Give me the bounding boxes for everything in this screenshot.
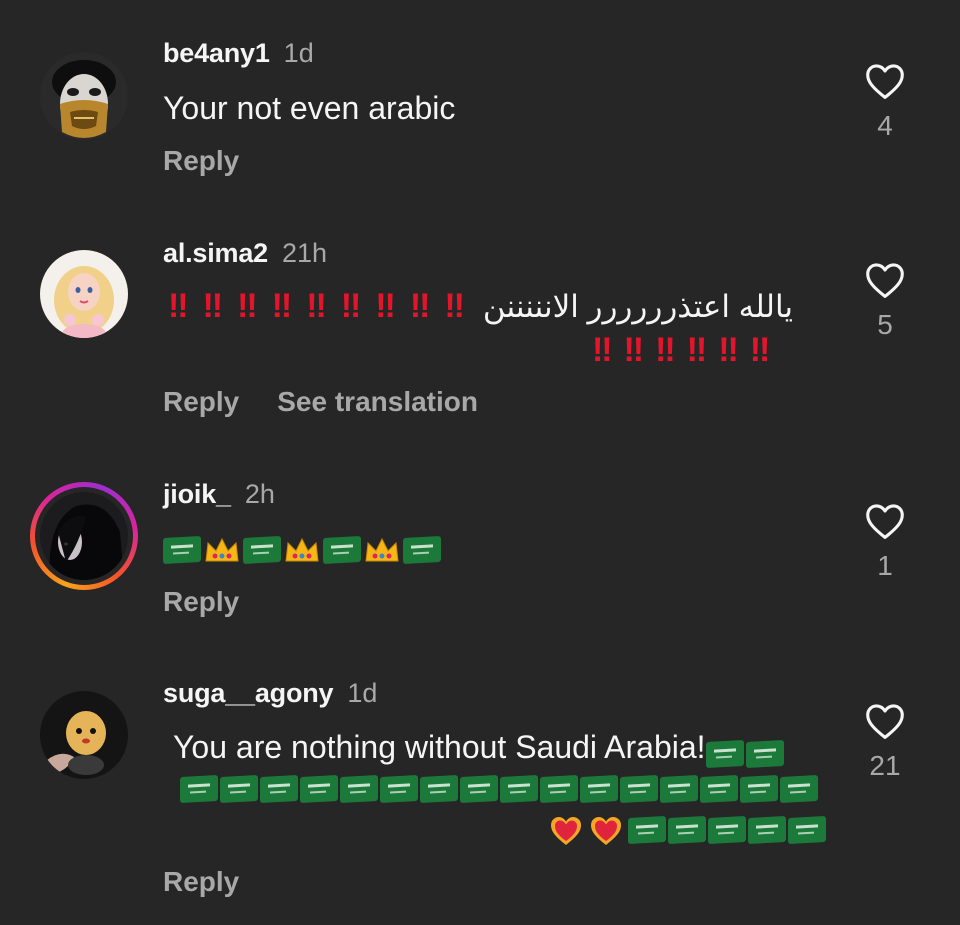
reply-button[interactable]: Reply [163, 866, 239, 897]
heart-outline-icon [866, 704, 904, 739]
comment-emoji-row [180, 771, 820, 807]
double-exclamation-icon: ‼ [686, 331, 707, 369]
saudi-flag-icon [323, 535, 361, 564]
username[interactable]: jioik_ [163, 479, 231, 509]
comment-item: suga__agony 1d You are nothing without Sa… [0, 650, 960, 925]
comment-text: You are nothing without Saudi Arabia! [173, 727, 786, 768]
saudi-flag-icon [340, 774, 378, 803]
arabic-text: يالله اعتذرررررر الانننننن [482, 289, 794, 324]
like-count: 5 [877, 309, 893, 340]
double-exclamation-icon: ‼ [749, 331, 770, 369]
crown-icon [283, 535, 321, 565]
like-button[interactable]: 4 [856, 62, 914, 142]
reply-button[interactable]: Reply [163, 386, 239, 417]
avatar-story-ring[interactable] [30, 482, 138, 590]
saudi-flag-icon [420, 774, 458, 803]
username[interactable]: al.sima2 [163, 238, 268, 268]
saudi-flag-icon [163, 535, 201, 564]
saudi-flag-icon [300, 774, 338, 803]
heart-on-fire-icon [548, 813, 584, 847]
saudi-flag-icon [700, 774, 738, 803]
username[interactable]: be4any1 [163, 38, 270, 68]
saudi-flag-icon [500, 774, 538, 803]
saudi-flag-icon [620, 774, 658, 803]
masked-man-avatar-icon [40, 52, 128, 140]
heart-outline-icon [866, 504, 904, 539]
saudi-flag-icon [540, 774, 578, 803]
comment-text-body: You are nothing without Saudi Arabia! [173, 729, 706, 765]
crown-icon [203, 535, 241, 565]
timestamp: 1d [283, 38, 314, 68]
crown-icon [363, 535, 401, 565]
saudi-flag-icon [243, 535, 281, 564]
comment-item: jioik_ 2h Reply 1 [0, 450, 960, 650]
double-exclamation-icon: ‼ [444, 287, 467, 325]
doll-avatar-icon [40, 250, 128, 338]
comment-emoji-row [548, 812, 828, 848]
double-exclamation-icon: ‼ [592, 331, 612, 369]
saudi-flag-icon [260, 774, 298, 803]
double-exclamation-icon: ‼ [375, 287, 398, 325]
saudi-flag-icon [628, 815, 666, 844]
heart-outline-icon [866, 263, 904, 298]
comment-item: be4any1 1d Your not even arabic Reply 4 [0, 0, 960, 210]
plush-toy-avatar-icon [40, 691, 128, 779]
saudi-flag-icon [780, 774, 818, 803]
see-translation-button[interactable]: See translation [277, 386, 478, 417]
double-exclamation-icon: ‼ [409, 287, 433, 325]
like-button[interactable]: 21 [856, 702, 914, 782]
double-exclamation-icon: ‼ [271, 287, 295, 325]
double-exclamation-icon: ‼ [237, 287, 260, 325]
double-exclamation-icon: ‼ [306, 287, 329, 325]
double-exclamation-icon: ‼ [718, 331, 738, 369]
comment-text: ‼ ‼ ‼ ‼ ‼ ‼ ‼ ‼ ‼ يالله اعتذرررررر الانننننن [168, 286, 793, 326]
avatar[interactable] [40, 52, 128, 140]
timestamp: 21h [281, 238, 328, 268]
like-button[interactable]: 1 [856, 502, 914, 582]
saudi-flag-icon [460, 774, 498, 803]
like-count: 1 [877, 550, 893, 581]
saudi-flag-icon [740, 774, 778, 803]
saudi-flag-icon [403, 535, 441, 564]
heart-outline-icon [866, 64, 904, 99]
double-exclamation-icon: ‼ [168, 287, 191, 325]
username[interactable]: suga__agony [163, 678, 334, 708]
heart-on-fire-icon [588, 813, 624, 847]
saudi-flag-icon [705, 739, 744, 768]
saudi-flag-icon [220, 774, 258, 803]
dark-hair-avatar-icon [40, 492, 128, 580]
comment-item: al.sima2 21h ‼ ‼ ‼ ‼ ‼ ‼ ‼ ‼ ‼ يالله اعتذرررررر ال… [0, 210, 960, 450]
saudi-flag-icon [580, 774, 618, 803]
timestamp: 2h [244, 479, 275, 509]
reply-button[interactable]: Reply [163, 586, 239, 617]
double-exclamation-icon: ‼ [202, 287, 226, 325]
like-count: 4 [877, 110, 893, 141]
saudi-flag-icon [788, 815, 826, 844]
saudi-flag-icon [180, 774, 218, 803]
reply-button[interactable]: Reply [163, 145, 239, 176]
double-exclamation-icon: ‼ [623, 331, 644, 369]
saudi-flag-icon [708, 815, 746, 844]
like-count: 21 [869, 750, 901, 781]
saudi-flag-icon [660, 774, 698, 803]
comment-emoji-text [163, 532, 443, 568]
saudi-flag-icon [668, 815, 706, 844]
comment-text-continued: ‼ ‼ ‼ ‼ ‼ ‼ [592, 330, 781, 370]
double-exclamation-icon: ‼ [340, 287, 364, 325]
like-button[interactable]: 5 [856, 261, 914, 341]
avatar[interactable] [40, 691, 128, 779]
timestamp: 1d [347, 678, 378, 708]
saudi-flag-icon [380, 774, 418, 803]
saudi-flag-icon [748, 815, 786, 844]
avatar [40, 492, 128, 580]
avatar[interactable] [40, 250, 128, 338]
saudi-flag-icon [745, 739, 784, 768]
comment-text: Your not even arabic [163, 90, 456, 126]
double-exclamation-icon: ‼ [655, 331, 675, 369]
